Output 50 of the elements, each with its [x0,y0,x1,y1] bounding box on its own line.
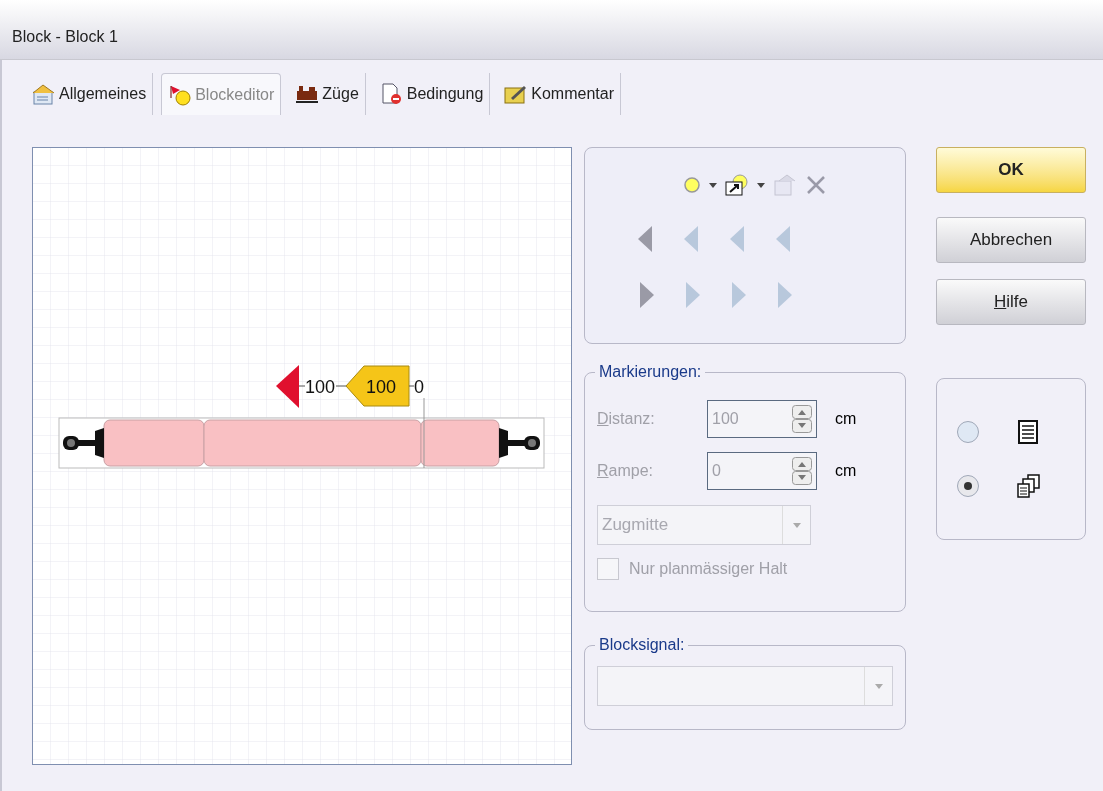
house-card-icon [32,83,56,105]
checkbox-label: Nur planmässiger Halt [629,559,788,579]
close-icon[interactable] [805,174,827,196]
stop-marker[interactable] [345,365,410,407]
spinner-icon[interactable] [792,457,812,485]
checkbox[interactable] [597,558,619,580]
stacked-pages-icon [1017,474,1041,498]
block-canvas[interactable]: 100 100 0 [32,147,572,765]
left-arrow-icon[interactable] [730,226,746,252]
left-arrow-icon[interactable] [684,226,700,252]
spinner-icon[interactable] [792,405,812,433]
unit-label: cm [835,409,857,429]
ok-button[interactable]: OK [936,147,1086,193]
coupler-icon [499,428,540,458]
right-arrow-icon[interactable] [638,282,654,308]
field-label: Rampe: [597,461,655,481]
dropdown[interactable] [597,666,893,706]
right-arrow-icon[interactable] [776,282,792,308]
left-arrow-icon[interactable] [776,226,792,252]
help-button[interactable]: Hilfe [936,279,1086,325]
note-pencil-icon [504,83,529,105]
tab[interactable]: Züge [289,73,366,115]
marker-label: 0 [414,377,424,397]
caret-icon[interactable] [757,182,765,188]
unit-label: cm [835,461,857,481]
marker-label: 100 [305,377,336,397]
tab[interactable]: Kommentar [498,73,621,115]
caret-icon[interactable] [709,182,717,188]
flag-circle-icon [168,83,193,106]
right-arrow-icon[interactable] [730,282,746,308]
cancel-button[interactable]: Abbrechen [936,217,1086,263]
list-icon [1017,420,1039,444]
radio-button[interactable] [957,475,979,497]
track-block[interactable] [58,417,545,469]
radio-button[interactable] [957,421,979,443]
circle-link-icon[interactable] [725,174,749,196]
caret-icon [792,522,801,528]
field-label: Distanz: [597,409,656,429]
tab[interactable]: Allgemeines [26,73,154,115]
left-arrow-icon[interactable] [638,226,654,252]
coupler-icon [63,428,104,458]
right-arrow-icon[interactable] [684,282,700,308]
window-title: Block - Block 1 [12,27,118,47]
train-icon [295,83,320,105]
circle-icon[interactable] [683,176,701,194]
marker-label: 100 [366,377,397,397]
tab[interactable]: Bedingung [373,73,491,115]
signal-marker[interactable] [276,365,299,408]
document-stop-icon [379,83,404,105]
caret-icon [874,683,883,689]
